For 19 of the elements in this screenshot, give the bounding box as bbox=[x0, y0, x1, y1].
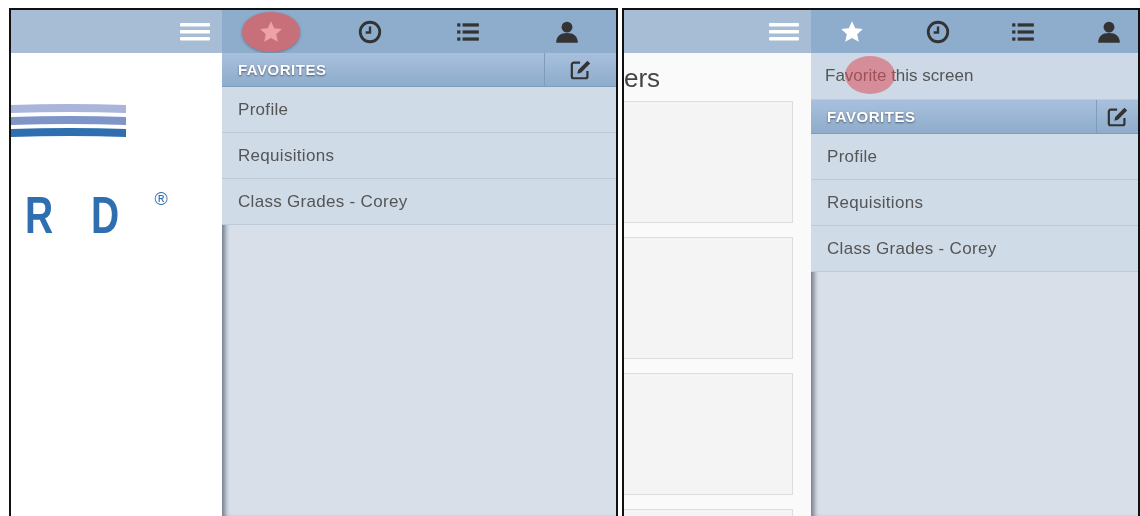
menu-icon bbox=[769, 22, 799, 41]
menu-icon bbox=[180, 22, 210, 41]
favorite-item[interactable]: Requisitions bbox=[222, 133, 616, 179]
favorite-item[interactable]: Class Grades - Corey bbox=[811, 226, 1138, 272]
favorite-item[interactable]: Profile bbox=[811, 134, 1138, 180]
logo-text: R D bbox=[25, 189, 133, 241]
page-title: ers bbox=[624, 62, 662, 93]
section-title: FAVORITES bbox=[237, 60, 328, 80]
favorite-item[interactable]: Requisitions bbox=[811, 180, 1138, 226]
clock-icon bbox=[924, 18, 951, 45]
favorite-item[interactable]: Profile bbox=[222, 87, 616, 133]
favorite-item[interactable]: Class Grades - Corey bbox=[222, 179, 616, 225]
edit-icon bbox=[1105, 105, 1130, 128]
star-tab[interactable] bbox=[242, 11, 301, 52]
section-title: FAVORITES bbox=[826, 107, 917, 127]
edit-icon bbox=[568, 58, 593, 81]
clock-icon bbox=[356, 18, 383, 45]
registered-mark: ® bbox=[154, 189, 168, 210]
logo-stripes-icon bbox=[11, 103, 126, 139]
